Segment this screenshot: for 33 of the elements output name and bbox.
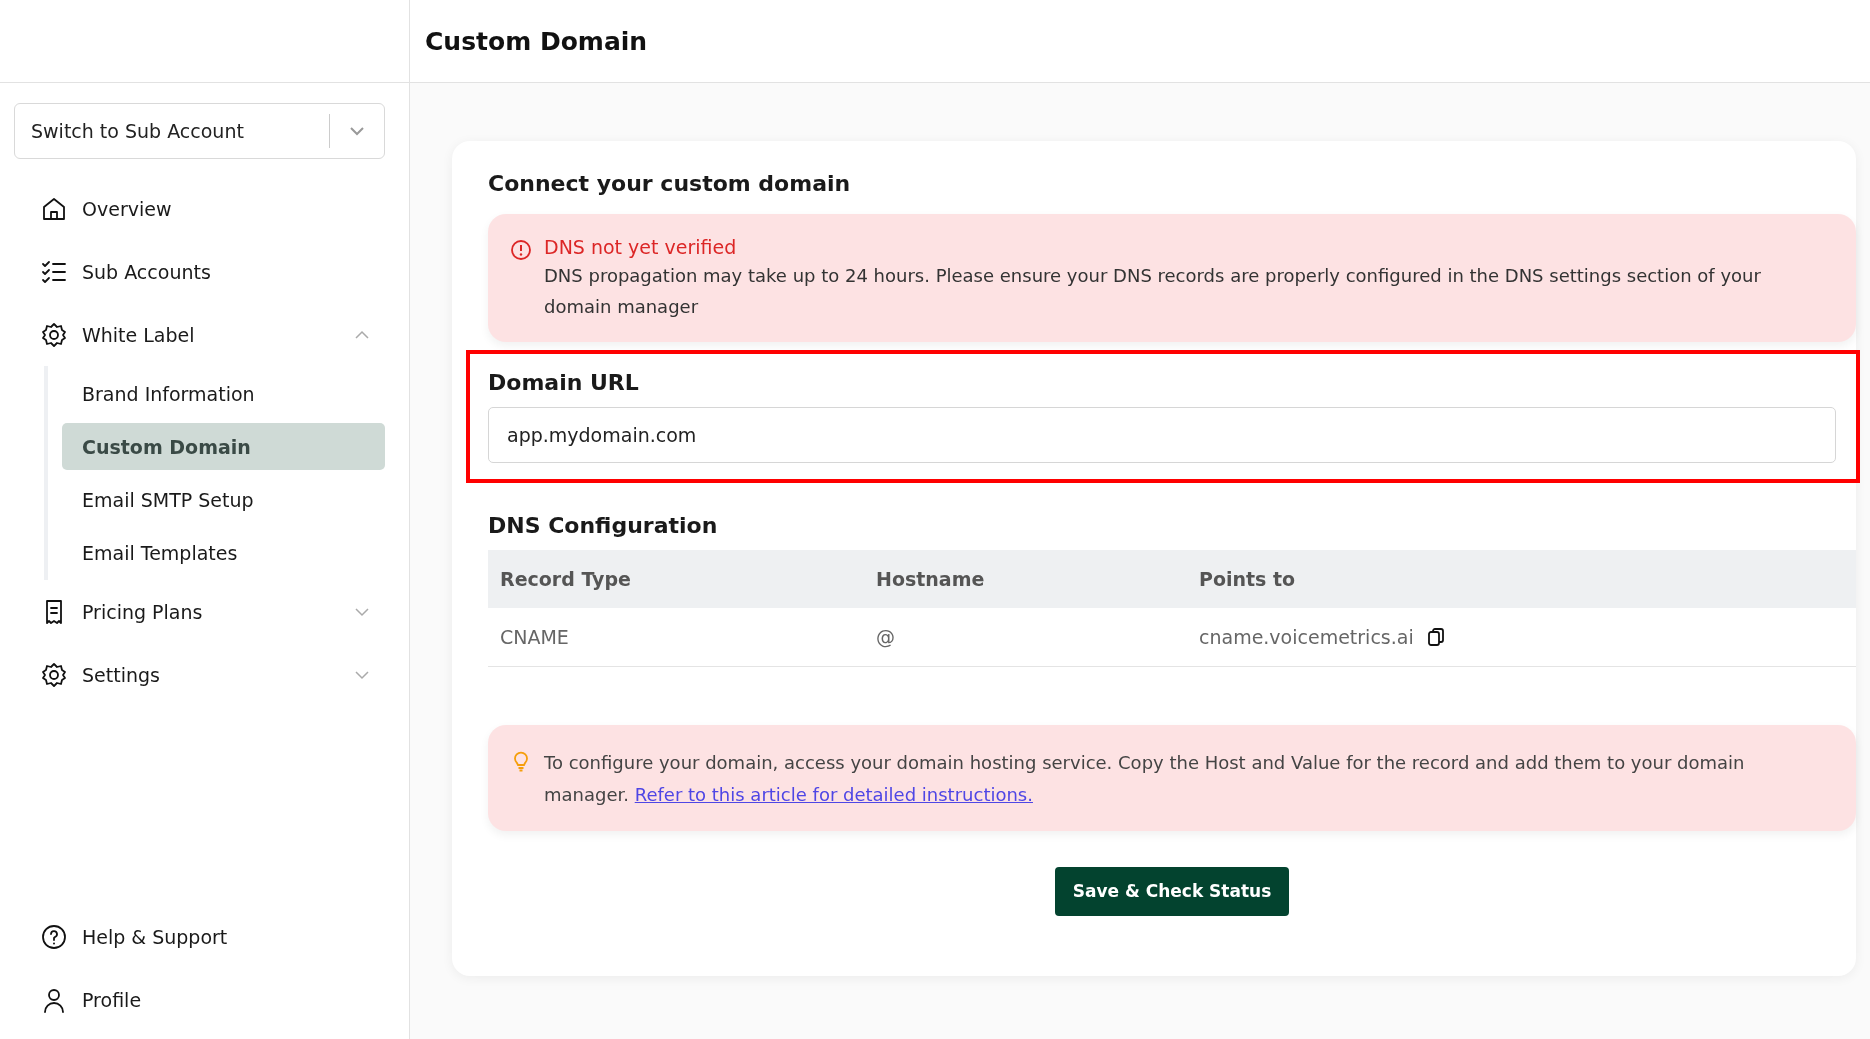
sidebar-item[interactable]: White Label <box>0 303 409 366</box>
article-link[interactable]: Refer to this article for detailed instructions. <box>634 783 1033 805</box>
table-cell: @ <box>864 608 1187 666</box>
copy-icon[interactable] <box>1425 626 1446 647</box>
sidebar-subitem[interactable]: Email Templates <box>62 529 385 576</box>
sidebar-subitem[interactable]: Email SMTP Setup <box>62 476 385 523</box>
column-header: Record Type <box>488 550 864 608</box>
card-title: Connect your custom domain <box>488 171 852 196</box>
sidebar-item[interactable]: Pricing Plans <box>0 580 409 643</box>
alert-title: DNS not yet verified <box>544 236 738 258</box>
tip-text: To configure your domain, access your domain hosting service. Copy the Host and Value for the record and add them to your domain manager. Refer to this article for detailed instructions. <box>544 750 1746 807</box>
page-title: Custom Domain <box>425 26 648 56</box>
sidebar-subitem[interactable]: Custom Domain <box>62 423 385 470</box>
account-switcher[interactable]: Switch to Sub Account <box>14 103 385 159</box>
field-label: Domain URL <box>488 370 640 395</box>
help-icon <box>40 922 68 951</box>
column-header: Points to <box>1187 550 1856 608</box>
warning-icon <box>510 239 532 261</box>
table-cell: cname.voicemetrics.ai <box>1199 625 1414 648</box>
save-check-status-button[interactable]: Save & Check Status <box>1054 866 1290 916</box>
table-cell: CNAME <box>488 608 864 666</box>
sidebar-item[interactable]: Overview <box>0 177 409 240</box>
sidebar-item[interactable]: Settings <box>0 643 409 706</box>
column-header: Hostname <box>864 550 1187 608</box>
gear-icon <box>40 320 68 349</box>
sidebar-item[interactable]: Help & Support <box>0 905 409 968</box>
section-title: DNS Configuration <box>488 513 719 538</box>
alert-message: DNS propagation may take up to 24 hours. Please ensure your DNS records are properly configured in the DNS settings section of your domain manager <box>544 264 1762 319</box>
sidebar-item[interactable]: Profile <box>0 968 409 1031</box>
sidebar-item[interactable]: Sub Accounts <box>0 240 409 303</box>
sidebar-subitem[interactable]: Brand Information <box>62 370 385 417</box>
domain-url-field[interactable]: app.mydomain.com <box>488 407 1836 463</box>
gear-icon <box>40 660 68 689</box>
